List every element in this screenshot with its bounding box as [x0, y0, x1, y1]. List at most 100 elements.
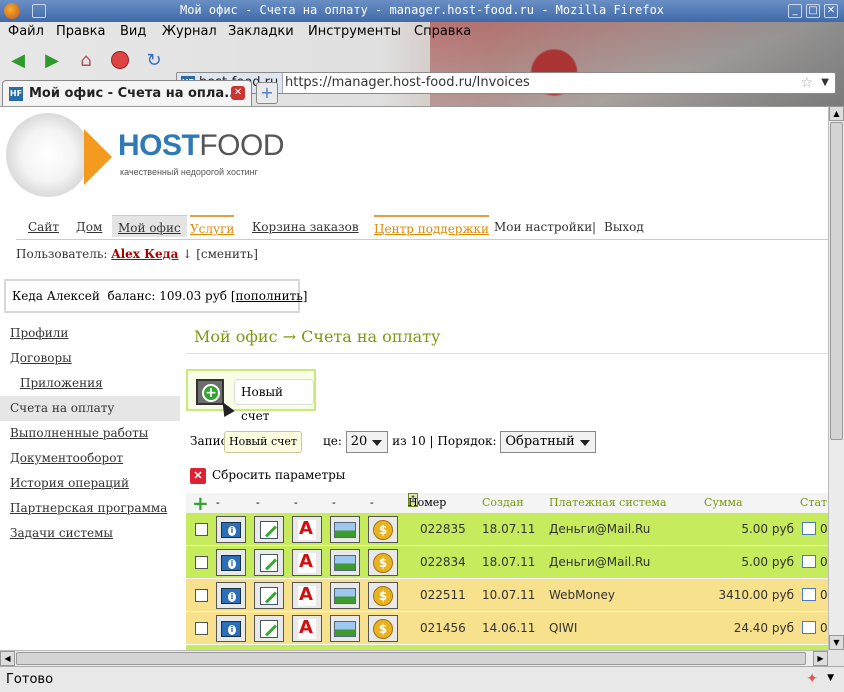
table-row: $022835 18.07.11 Деньги@Mail.Ru 5.00 руб 0 [186, 513, 828, 546]
browser-window: Мой офис - Счета на оплату - manager.hos… [0, 0, 844, 692]
menu-file[interactable]: Файл [8, 24, 44, 39]
user-name-link[interactable]: Alex Кеда [111, 247, 178, 261]
image-button[interactable] [330, 549, 360, 576]
image-button[interactable] [330, 582, 360, 609]
pdf-button[interactable] [292, 582, 322, 609]
topup-link[interactable]: [пополнить] [231, 289, 308, 303]
edit-button[interactable] [254, 516, 284, 543]
menu-bookmarks[interactable]: Закладки [228, 24, 294, 39]
forward-arrow-icon[interactable]: ▶ [40, 48, 64, 72]
home-icon[interactable]: ⌂ [74, 48, 98, 72]
add-row-icon[interactable]: + [192, 493, 209, 513]
header-system[interactable]: Платежная система [549, 493, 667, 513]
addon-dropdown-icon[interactable]: ▼ [827, 673, 834, 683]
coin-icon: $ [373, 618, 393, 639]
sidebar-item-history[interactable]: История операций [0, 471, 180, 496]
scroll-down-icon[interactable]: ▼ [829, 635, 844, 650]
header-created[interactable]: Создан [482, 493, 524, 513]
nav-my-office[interactable]: Мой офис [112, 215, 187, 237]
payment-button[interactable]: $ [368, 582, 398, 609]
balance-text: Кеда Алексей баланс: 109.03 руб [12, 289, 231, 303]
sidebar-item-invoices[interactable]: Счета на оплату [0, 396, 180, 421]
header-status[interactable]: Стат [800, 493, 827, 513]
sidebar-item-contracts[interactable]: Договоры [0, 346, 180, 371]
row-checkbox[interactable] [195, 556, 208, 569]
back-arrow-icon[interactable]: ◀ [6, 48, 30, 72]
nav-support[interactable]: Центр поддержки [374, 215, 490, 237]
vertical-scrollbar[interactable]: ▲ ▼ [828, 106, 844, 650]
minimize-button[interactable]: _ [788, 4, 802, 18]
horizontal-scroll-thumb[interactable] [16, 652, 806, 665]
sidebar-item-profiles[interactable]: Профили [0, 321, 180, 346]
status-list-icon[interactable] [802, 522, 816, 535]
info-button[interactable] [216, 615, 246, 642]
edit-button[interactable] [254, 582, 284, 609]
cell-created: 18.07.11 [482, 555, 536, 569]
change-user-link[interactable]: [сменить] [196, 247, 258, 261]
menu-help[interactable]: Справка [414, 24, 471, 39]
sidebar-item-partners[interactable]: Партнерская программа [0, 496, 180, 521]
new-invoice-button[interactable]: + [196, 379, 224, 405]
row-checkbox[interactable] [195, 622, 208, 635]
logo[interactable]: HOSTFOOD [118, 129, 285, 163]
payment-button[interactable]: $ [368, 615, 398, 642]
info-button[interactable] [216, 549, 246, 576]
cell-number[interactable]: 021456 [420, 612, 466, 645]
order-value: Обратный [505, 433, 575, 449]
addon-fox-icon[interactable]: ✦ [806, 671, 818, 687]
cell-number[interactable]: 022834 [420, 546, 466, 579]
tab-invoices[interactable]: HF Мой офис - Счета на опла... ✕ [2, 80, 252, 106]
nav-logout[interactable]: Выход [604, 215, 644, 237]
status-list-icon[interactable] [802, 555, 816, 568]
menu-edit[interactable]: Правка [56, 24, 105, 39]
header-sum[interactable]: Сумма [704, 493, 743, 513]
payment-button[interactable]: $ [368, 516, 398, 543]
reset-label: Сбросить параметры [212, 468, 346, 482]
row-checkbox[interactable] [195, 589, 208, 602]
reload-icon[interactable]: ↻ [142, 48, 166, 72]
menu-view[interactable]: Вид [120, 24, 146, 39]
tab-close-icon[interactable]: ✕ [231, 86, 245, 100]
order-select[interactable]: Обратный [500, 430, 596, 453]
edit-button[interactable] [254, 615, 284, 642]
nav-home[interactable]: Дом [76, 215, 102, 237]
nav-settings[interactable]: Мои настройки [494, 215, 592, 237]
logo-part-food: FOOD [199, 129, 285, 162]
info-button[interactable] [216, 582, 246, 609]
close-button[interactable]: ✕ [824, 4, 838, 18]
scroll-right-icon[interactable]: ▶ [813, 651, 828, 666]
payment-button[interactable]: $ [368, 549, 398, 576]
status-list-icon[interactable] [802, 588, 816, 601]
scroll-up-icon[interactable]: ▲ [829, 106, 844, 121]
scroll-left-icon[interactable]: ◀ [0, 651, 15, 666]
status-list-icon[interactable] [802, 621, 816, 634]
pdf-button[interactable] [292, 516, 322, 543]
edit-button[interactable] [254, 549, 284, 576]
stop-icon[interactable] [108, 48, 132, 72]
pdf-button[interactable] [292, 615, 322, 642]
user-label: Пользователь: [16, 247, 108, 261]
cell-number[interactable]: 022511 [420, 579, 466, 612]
per-page-select[interactable]: 20 [345, 430, 389, 453]
nav-cart[interactable]: Корзина заказов [252, 215, 359, 237]
info-button[interactable] [216, 516, 246, 543]
vertical-scroll-thumb[interactable] [830, 122, 843, 440]
row-checkbox[interactable] [195, 523, 208, 536]
image-button[interactable] [330, 516, 360, 543]
reset-filters[interactable]: ✕ Сбросить параметры [190, 465, 345, 485]
new-tab-button[interactable]: + [256, 82, 278, 104]
sidebar-item-documents[interactable]: Документооборот [0, 446, 180, 471]
pdf-button[interactable] [292, 549, 322, 576]
image-button[interactable] [330, 615, 360, 642]
horizontal-scrollbar[interactable]: ◀ ▶ [0, 650, 828, 666]
nav-site[interactable]: Сайт [28, 215, 59, 237]
of-total-text: из 10 | Порядок: [392, 434, 497, 448]
nav-services[interactable]: Услуги [190, 215, 235, 237]
menu-history[interactable]: Журнал [162, 24, 217, 39]
menu-tools[interactable]: Инструменты [308, 24, 401, 39]
sidebar-item-completed-works[interactable]: Выполненные работы [0, 421, 180, 446]
sidebar-item-attachments[interactable]: Приложения [0, 371, 180, 396]
maximize-button[interactable]: □ [806, 4, 820, 18]
cell-number[interactable]: 022835 [420, 513, 466, 546]
sidebar-item-tasks[interactable]: Задачи системы [0, 521, 180, 546]
